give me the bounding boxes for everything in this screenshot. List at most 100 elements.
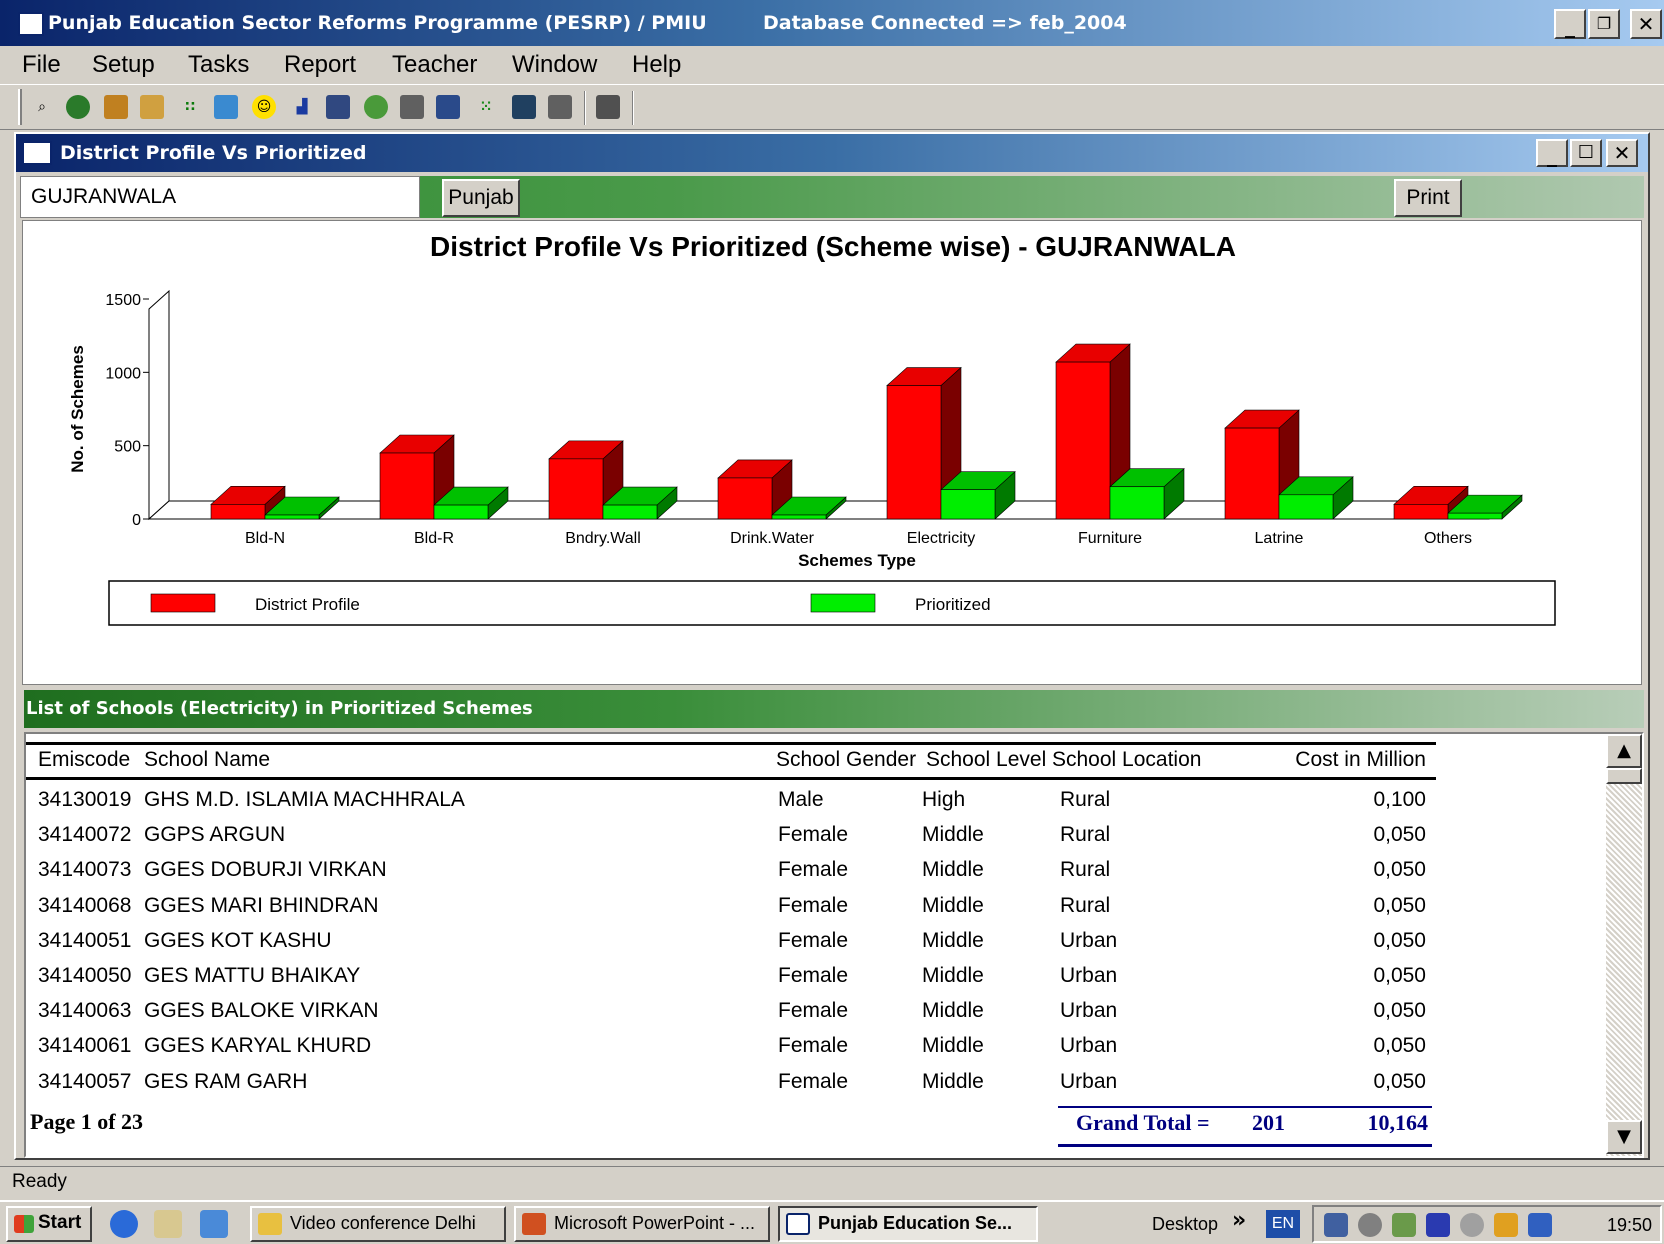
internet-explorer-icon[interactable] xyxy=(110,1210,138,1238)
menu-tasks[interactable]: Tasks xyxy=(188,46,249,84)
app-window-icon[interactable] xyxy=(18,12,44,36)
settings-icon[interactable] xyxy=(1460,1213,1484,1237)
print-button[interactable]: Print xyxy=(1394,179,1462,217)
cell-level: Middle xyxy=(922,858,984,882)
outlook-icon[interactable] xyxy=(200,1210,228,1238)
vertical-scrollbar[interactable]: ▲ ▼ xyxy=(1606,734,1642,1156)
scroll-down-button[interactable]: ▼ xyxy=(1606,1120,1642,1154)
menu-teacher[interactable]: Teacher xyxy=(392,46,477,84)
table-row[interactable]: 34140051 GGES KOT KASHU Female Middle Urban 0… xyxy=(26,925,1436,962)
cell-cost: 0,050 xyxy=(1373,823,1426,847)
minimize-button[interactable]: _ xyxy=(1554,9,1586,39)
table-row[interactable]: 34140072 GGPS ARGUN Female Middle Rural 0,050 xyxy=(26,819,1436,856)
picture-icon[interactable] xyxy=(214,95,238,119)
calculator-icon[interactable] xyxy=(104,95,128,119)
legend-label: Prioritized xyxy=(915,595,991,614)
list-icon[interactable] xyxy=(436,95,460,119)
bar-district-profile[interactable] xyxy=(717,477,773,520)
powerpoint-icon xyxy=(522,1213,546,1235)
bar-district-profile[interactable] xyxy=(1055,361,1111,520)
cell-gender: Female xyxy=(778,999,849,1023)
child-minimize-button[interactable]: _ xyxy=(1536,139,1568,167)
bar-prioritized[interactable] xyxy=(1278,494,1334,520)
users-icon[interactable] xyxy=(140,95,164,119)
cell-gender: Female xyxy=(778,823,849,847)
toolbar-grip[interactable] xyxy=(18,89,22,125)
bar-district-profile[interactable] xyxy=(548,458,604,520)
cell-cost: 0,050 xyxy=(1373,964,1426,987)
dots-icon[interactable]: ⁙ xyxy=(474,95,498,119)
table-row[interactable]: 34140073 GGES DOBURJI VIRKAN Female Middle R… xyxy=(26,854,1436,891)
child-maximize-button[interactable]: ☐ xyxy=(1570,139,1602,167)
network-icon[interactable] xyxy=(1324,1213,1348,1237)
bar-prioritized[interactable] xyxy=(940,489,996,520)
speaker-icon[interactable] xyxy=(1358,1213,1382,1237)
bar-chart-icon[interactable]: ▟ xyxy=(290,95,314,119)
exit-icon[interactable] xyxy=(596,95,620,119)
cell-gender: Female xyxy=(778,893,849,917)
menu-help[interactable]: Help xyxy=(632,46,681,84)
total-bottom-rule xyxy=(1058,1144,1432,1147)
cell-level: Middle xyxy=(922,999,984,1023)
menu-setup[interactable]: Setup xyxy=(92,46,155,84)
task-video-conference[interactable]: Video conference Delhi xyxy=(250,1206,506,1242)
menu-window[interactable]: Window xyxy=(512,46,597,84)
cs-icon[interactable] xyxy=(1494,1213,1518,1237)
table-row[interactable]: 34130019 GHS M.D. ISLAMIA MACHHRALA Male Hi… xyxy=(26,784,1436,821)
task-powerpoint[interactable]: Microsoft PowerPoint - ... xyxy=(514,1206,770,1242)
bar-prioritized[interactable] xyxy=(1447,512,1503,520)
tree-icon[interactable] xyxy=(400,95,424,119)
table-row[interactable]: 34140063 GGES BALOKE VIRKAN Female Middle Ur… xyxy=(26,995,1436,1032)
menu-report[interactable]: Report xyxy=(284,46,356,84)
table-row[interactable]: 34140050 GES MATTU BHAIKAY Female Middle Urb… xyxy=(26,960,1436,997)
money-bag-icon[interactable] xyxy=(364,95,388,119)
find-icon[interactable]: ⌕ xyxy=(30,95,54,119)
sync-icon[interactable] xyxy=(1392,1213,1416,1237)
punjab-button[interactable]: Punjab xyxy=(442,179,520,217)
selection-bar: GUJRANWALA Punjab Print xyxy=(20,176,1644,218)
scroll-up-button[interactable]: ▲ xyxy=(1606,734,1642,768)
close-button[interactable]: ✕ xyxy=(1630,9,1662,39)
start-button[interactable]: Start xyxy=(6,1206,92,1242)
bar-prioritized[interactable] xyxy=(1109,486,1165,520)
smiley-icon[interactable]: ☺ xyxy=(252,95,276,119)
network-icon[interactable] xyxy=(326,95,350,119)
menu-file[interactable]: File xyxy=(22,46,61,84)
child-window-icon[interactable] xyxy=(22,141,52,165)
bar-district-profile[interactable] xyxy=(379,452,435,520)
bar-district-profile[interactable] xyxy=(1224,427,1280,520)
bar-prioritized[interactable] xyxy=(771,514,827,520)
scroll-thumb[interactable] xyxy=(1606,768,1642,784)
district-field[interactable]: GUJRANWALA xyxy=(20,176,420,218)
cell-level: Middle xyxy=(922,893,984,917)
bar-prioritized[interactable] xyxy=(433,504,489,520)
chevron-right-icon[interactable]: » xyxy=(1232,1208,1246,1233)
cell-emiscode: 34140068 xyxy=(38,893,132,917)
task-punjab-education[interactable]: Punjab Education Se... xyxy=(778,1206,1038,1242)
cell-cost: 0,050 xyxy=(1373,1069,1426,1093)
address-book-icon[interactable] xyxy=(154,1210,182,1238)
bar-prioritized[interactable] xyxy=(602,504,658,520)
child-title-bar[interactable]: District Profile Vs Prioritized _ ☐ ✕ xyxy=(16,134,1648,172)
bar-district-profile[interactable] xyxy=(886,385,942,520)
cell-cost: 0,050 xyxy=(1373,858,1426,882)
language-indicator[interactable]: EN xyxy=(1266,1210,1300,1238)
table-icon[interactable] xyxy=(512,95,536,119)
database-status: Database Connected => feb_2004 xyxy=(763,12,1127,34)
title-bar[interactable]: Punjab Education Sector Reforms Programm… xyxy=(0,0,1664,46)
restore-button[interactable]: ❐ xyxy=(1588,9,1620,39)
desktop-toolbar-label[interactable]: Desktop xyxy=(1152,1214,1218,1235)
cell-cost: 0,050 xyxy=(1373,893,1426,917)
compare-icon[interactable] xyxy=(548,95,572,119)
table-row[interactable]: 34140061 GGES KARYAL KHURD Female Middle Urb… xyxy=(26,1030,1436,1067)
table-row[interactable]: 34140057 GES RAM GARH Female Middle Urban 0,0… xyxy=(26,1066,1436,1103)
display-icon[interactable] xyxy=(1528,1213,1552,1237)
table-row[interactable]: 34140068 GGES MARI BHINDRAN Female Middle Ru… xyxy=(26,890,1436,927)
bar-prioritized[interactable] xyxy=(264,514,320,520)
globe-icon[interactable] xyxy=(66,95,90,119)
child-close-button[interactable]: ✕ xyxy=(1606,139,1638,167)
bar-district-profile[interactable] xyxy=(210,504,266,520)
grid-icon[interactable]: ∷ xyxy=(178,95,202,119)
battery-icon[interactable] xyxy=(1426,1213,1450,1237)
bar-district-profile[interactable] xyxy=(1393,504,1449,520)
